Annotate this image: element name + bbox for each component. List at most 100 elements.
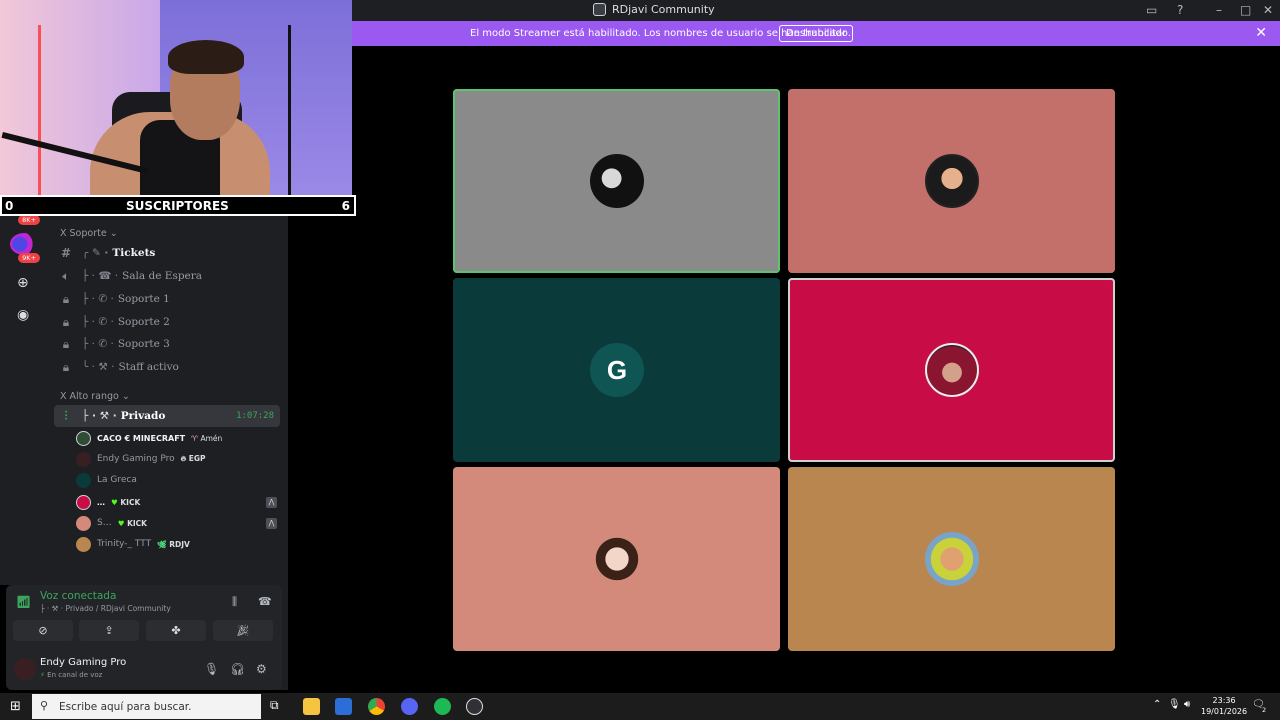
channel-staff-activo[interactable]: 🔒︎ ╰ · ⚒ · Staff activo xyxy=(54,356,280,378)
lamp-stand xyxy=(288,25,291,195)
avatar xyxy=(76,472,91,488)
add-server-icon[interactable]: ⊕ xyxy=(17,275,29,291)
screen: RDjavi Community ▭ ? – □ ✕ El modo Strea… xyxy=(0,0,1280,720)
mention-badge: 8K+ xyxy=(18,215,40,225)
video-tile[interactable] xyxy=(453,89,780,273)
share-screen-button[interactable]: ⇪ xyxy=(79,620,139,641)
microphone-icon[interactable]: 🎙︎ xyxy=(204,662,219,676)
video-tile[interactable] xyxy=(788,467,1115,651)
clock-date: 19/01/2026 xyxy=(1201,707,1248,716)
webcam-overlay xyxy=(0,0,352,195)
member-name: La Greca xyxy=(97,475,137,485)
video-tile[interactable] xyxy=(453,467,780,651)
disable-streamer-button[interactable]: Deshabilitar xyxy=(779,25,854,42)
voice-channel-icon: 🔈︎ xyxy=(62,268,70,283)
discord-icon[interactable] xyxy=(401,698,418,715)
server-icon[interactable] xyxy=(10,233,38,255)
mention-badge: 9K+ xyxy=(18,253,40,263)
streamer-mode-banner: El modo Streamer está habilitado. Los no… xyxy=(352,21,1280,46)
voice-member[interactable]: Endy Gaming Pro 🔥︎ EGP xyxy=(76,449,206,469)
activities-button[interactable]: ✤ xyxy=(146,620,206,641)
clock-time: 23:36 xyxy=(1212,696,1236,705)
channel-label: Sala de Espera xyxy=(122,270,203,282)
user-name: Endy Gaming Pro xyxy=(40,657,127,668)
tree-line: ├ · ✆ · xyxy=(82,338,114,350)
avatar xyxy=(76,451,91,467)
maximize-button[interactable]: □ xyxy=(1240,3,1251,17)
channel-label: Soporte 1 xyxy=(117,293,170,305)
task-view-icon[interactable]: ⧉ xyxy=(270,698,287,715)
category-alto-rango[interactable]: X Alto rango ⌄ xyxy=(60,391,130,402)
voice-member[interactable]: Trinity-_ TTT 🌿︎ RDJV xyxy=(76,534,190,554)
windows-taskbar: ⊞ ⚲ Escribe aquí para buscar. ⧉ ⌃ 🎙︎ 🔊︎ … xyxy=(0,693,1280,720)
show-hidden-icons-icon[interactable]: ⌃ xyxy=(1153,699,1161,710)
tree-line: ╰ · ⚒ · xyxy=(82,361,115,373)
search-icon: ⚲ xyxy=(40,699,49,712)
headphones-icon[interactable]: 🎧︎ xyxy=(230,662,245,676)
settings-gear-icon[interactable]: ⚙ xyxy=(256,662,267,676)
discord-logo-icon xyxy=(593,3,606,16)
help-icon[interactable]: ? xyxy=(1177,3,1183,17)
video-tile[interactable] xyxy=(788,278,1115,462)
member-tag: 🔥︎ EGP xyxy=(180,454,206,463)
tree-line: ├ · ☎ · xyxy=(82,270,119,282)
category-soporte[interactable]: X Soporte ⌄ xyxy=(60,228,118,239)
obs-icon[interactable] xyxy=(466,698,483,715)
user-status: ⚡︎ En canal de voz xyxy=(40,671,103,679)
chrome-icon[interactable] xyxy=(368,698,385,715)
windows-start-icon[interactable]: ⊞ xyxy=(10,699,21,714)
voice-active-icon: ⫶ xyxy=(64,408,68,423)
system-clock[interactable]: 23:36 19/01/2026 xyxy=(1201,695,1247,717)
voice-member[interactable]: La Greca xyxy=(76,470,143,490)
channel-soporte-2[interactable]: 🔒︎ ├ · ✆ · Soporte 2 xyxy=(54,311,280,333)
microphone-tray-icon[interactable]: 🎙︎ xyxy=(1168,699,1181,710)
signal-icon: 📶︎ xyxy=(16,595,32,609)
channel-label: Soporte 3 xyxy=(117,338,170,350)
participant-avatar xyxy=(590,532,644,586)
minimize-button[interactable]: – xyxy=(1216,3,1222,17)
spotify-icon[interactable] xyxy=(434,698,451,715)
taskbar-search[interactable]: ⚲ Escribe aquí para buscar. xyxy=(32,694,261,719)
subscriber-label: SUSCRIPTORES xyxy=(126,199,229,213)
call-duration: 1:07:28 xyxy=(236,411,274,421)
search-placeholder: Escribe aquí para buscar. xyxy=(59,701,192,713)
voice-member[interactable]: S… ♥ KICK xyxy=(76,513,147,533)
voice-status[interactable]: Voz conectada xyxy=(40,590,116,602)
avatar xyxy=(76,430,91,446)
channel-soporte-3[interactable]: 🔒︎ ├ · ✆ · Soporte 3 xyxy=(54,333,280,355)
soundboard-button[interactable]: 🎉︎ xyxy=(213,620,273,641)
inbox-icon[interactable]: ▭ xyxy=(1146,3,1157,17)
subscriber-counter: 0 SUSCRIPTORES 6 xyxy=(0,195,356,216)
volume-icon[interactable]: 🔊︎ xyxy=(1184,699,1190,710)
file-explorer-icon[interactable] xyxy=(303,698,320,715)
camera-off-button[interactable]: ⊘ xyxy=(13,620,73,641)
store-icon[interactable] xyxy=(335,698,352,715)
channel-tickets[interactable]: # ╭ ✎ · Tickets xyxy=(54,242,280,264)
tree-line: ├ · ✆ · xyxy=(82,316,114,328)
led-light xyxy=(38,25,41,195)
lock-icon: 🔒︎ xyxy=(62,314,70,329)
banner-close-icon[interactable]: ✕ xyxy=(1255,25,1267,41)
voice-member[interactable]: … ♥ KICK xyxy=(76,492,140,512)
channel-sala-de-espera[interactable]: 🔈︎ ├ · ☎ · Sala de Espera xyxy=(54,265,280,287)
channel-label: Soporte 2 xyxy=(117,316,170,328)
member-tag: ♥ KICK xyxy=(117,518,147,528)
member-name: … xyxy=(97,497,105,507)
lock-icon: 🔒︎ xyxy=(62,359,70,374)
participant-avatar xyxy=(925,532,979,586)
voice-channel-path[interactable]: ├ · ⚒ · Privado / RDjavi Community xyxy=(40,604,171,613)
close-button[interactable]: ✕ xyxy=(1263,3,1273,17)
explore-icon[interactable]: ◉ xyxy=(17,307,29,323)
noise-suppression-icon[interactable]: ⫼ xyxy=(232,595,237,609)
channel-soporte-1[interactable]: 🔒︎ ├ · ✆ · Soporte 1 xyxy=(54,288,280,310)
member-name: CACO € MINECRAFT xyxy=(97,433,186,443)
user-avatar xyxy=(14,658,36,680)
video-tile[interactable]: G xyxy=(453,278,780,462)
voice-member[interactable]: CACO € MINECRAFT ♈ Amén xyxy=(76,428,222,448)
member-tag: ♥ KICK xyxy=(111,497,141,507)
lock-icon: 🔒︎ xyxy=(62,336,70,351)
disconnect-icon[interactable]: ☎ xyxy=(258,595,272,608)
video-tile[interactable] xyxy=(788,89,1115,273)
channel-privado[interactable]: ⫶ ├ · ⚒ · Privado 1:07:28 xyxy=(54,405,280,427)
avatar xyxy=(76,494,91,510)
